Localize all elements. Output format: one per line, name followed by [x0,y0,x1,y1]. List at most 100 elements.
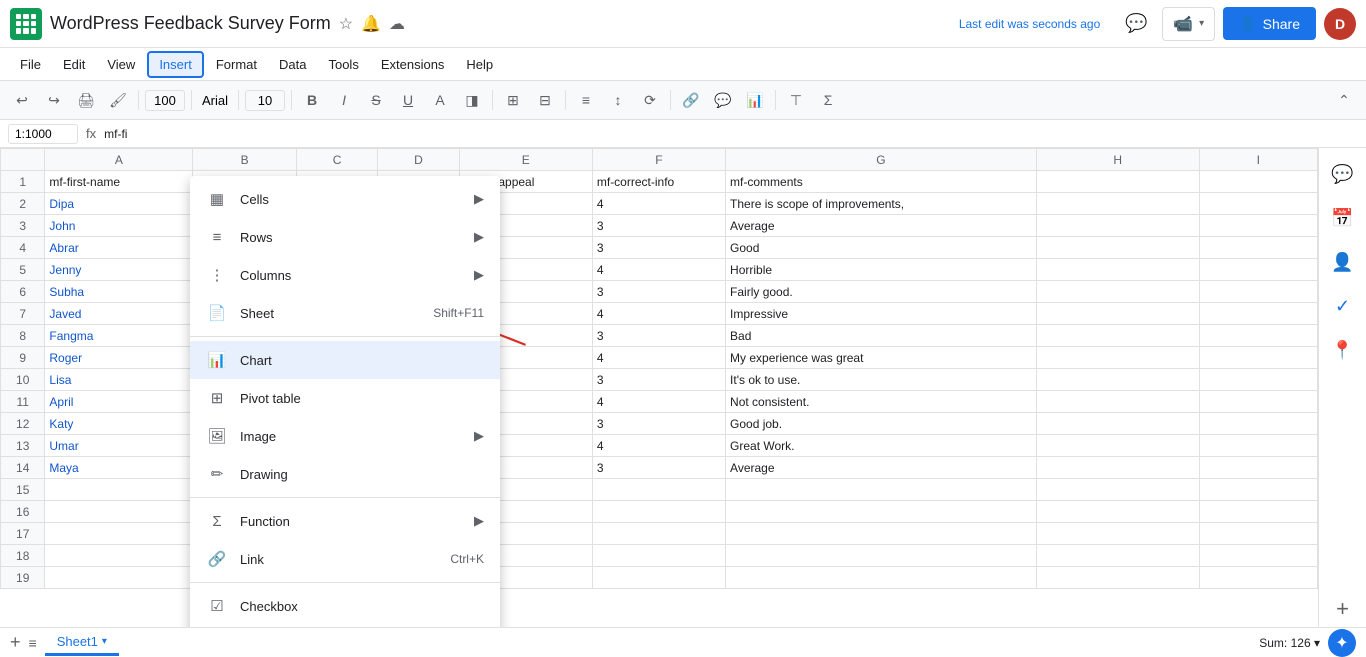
cell-9-7[interactable] [1036,347,1199,369]
text-color-button[interactable]: A [426,86,454,114]
row-header-2[interactable]: 2 [1,193,45,215]
undo-button[interactable]: ↩ [8,86,36,114]
sidebar-contacts-icon[interactable]: 👤 [1325,244,1361,280]
cell-10-6[interactable]: It's ok to use. [726,369,1037,391]
cell-13-0[interactable]: Umar [45,435,193,457]
col-header-h[interactable]: H [1036,149,1199,171]
cell-18-8[interactable] [1199,545,1317,567]
cell-15-8[interactable] [1199,479,1317,501]
filter-button[interactable]: ⊤ [782,86,810,114]
cell-4-6[interactable]: Good [726,237,1037,259]
row-header-14[interactable]: 14 [1,457,45,479]
chart-button[interactable]: 📊 [741,86,769,114]
cell-3-6[interactable]: Average [726,215,1037,237]
cell-8-7[interactable] [1036,325,1199,347]
cell-2-6[interactable]: There is scope of improvements, [726,193,1037,215]
cell-12-8[interactable] [1199,413,1317,435]
add-sheet-button[interactable]: + [10,632,21,653]
cell-6-0[interactable]: Subha [45,281,193,303]
fill-color-button[interactable]: ◨ [458,86,486,114]
cell-15-7[interactable] [1036,479,1199,501]
sidebar-add-icon[interactable]: + [1325,591,1361,627]
row-header-5[interactable]: 5 [1,259,45,281]
row-header-3[interactable]: 3 [1,215,45,237]
menu-item-function[interactable]: ΣFunction▶ [190,502,500,540]
cell-8-5[interactable]: 3 [592,325,725,347]
sidebar-tasks-icon[interactable]: ✓ [1325,288,1361,324]
cell-2-7[interactable] [1036,193,1199,215]
cell-3-7[interactable] [1036,215,1199,237]
cell-1-7[interactable] [1036,171,1199,193]
col-header-e[interactable]: E [459,149,592,171]
menu-item-image[interactable]: 🖼Image▶ [190,417,500,455]
cell-7-6[interactable]: Impressive [726,303,1037,325]
row-header-11[interactable]: 11 [1,391,45,413]
row-header-10[interactable]: 10 [1,369,45,391]
row-header-17[interactable]: 17 [1,523,45,545]
star-icon[interactable]: ☆ [339,14,353,34]
row-header-12[interactable]: 12 [1,413,45,435]
row-header-8[interactable]: 8 [1,325,45,347]
menu-tools[interactable]: Tools [318,53,368,76]
menu-item-drawing[interactable]: ✏Drawing [190,455,500,493]
cell-1-5[interactable]: mf-correct-info [592,171,725,193]
alert-icon[interactable]: 🔔 [361,14,381,34]
col-header-g[interactable]: G [726,149,1037,171]
cell-3-5[interactable]: 3 [592,215,725,237]
col-header-f[interactable]: F [592,149,725,171]
valign-button[interactable]: ↕ [604,86,632,114]
menu-edit[interactable]: Edit [53,53,95,76]
cell-17-7[interactable] [1036,523,1199,545]
menu-format[interactable]: Format [206,53,267,76]
cell-5-7[interactable] [1036,259,1199,281]
row-header-18[interactable]: 18 [1,545,45,567]
col-header-c[interactable]: C [296,149,377,171]
cell-12-7[interactable] [1036,413,1199,435]
col-header-a[interactable]: A [45,149,193,171]
cell-3-0[interactable]: John [45,215,193,237]
rotate-button[interactable]: ⟳ [636,86,664,114]
cell-16-5[interactable] [592,501,725,523]
menu-help[interactable]: Help [456,53,503,76]
cell-17-8[interactable] [1199,523,1317,545]
cell-5-0[interactable]: Jenny [45,259,193,281]
cell-12-5[interactable]: 3 [592,413,725,435]
strikethrough-button[interactable]: S [362,86,390,114]
italic-button[interactable]: I [330,86,358,114]
expand-button[interactable]: ⌃ [1330,86,1358,114]
print-button[interactable]: 🖨 [72,86,100,114]
sidebar-calendar-icon[interactable]: 📅 [1325,200,1361,236]
menu-item-pivot[interactable]: ⊞Pivot table [190,379,500,417]
row-header-9[interactable]: 9 [1,347,45,369]
user-avatar[interactable]: D [1324,8,1356,40]
cell-13-6[interactable]: Great Work. [726,435,1037,457]
cell-19-6[interactable] [726,567,1037,589]
cell-12-6[interactable]: Good job. [726,413,1037,435]
cell-4-8[interactable] [1199,237,1317,259]
menu-file[interactable]: File [10,53,51,76]
borders-button[interactable]: ⊞ [499,86,527,114]
cell-19-5[interactable] [592,567,725,589]
cell-17-5[interactable] [592,523,725,545]
cell-6-7[interactable] [1036,281,1199,303]
cell-13-7[interactable] [1036,435,1199,457]
redo-button[interactable]: ↪ [40,86,68,114]
cell-5-5[interactable]: 4 [592,259,725,281]
cell-15-6[interactable] [726,479,1037,501]
cell-16-0[interactable] [45,501,193,523]
cell-1-6[interactable]: mf-comments [726,171,1037,193]
menu-data[interactable]: Data [269,53,316,76]
row-header-1[interactable]: 1 [1,171,45,193]
cell-17-6[interactable] [726,523,1037,545]
cell-18-7[interactable] [1036,545,1199,567]
cell-5-8[interactable] [1199,259,1317,281]
menu-item-sheet[interactable]: 📄SheetShift+F11 [190,294,500,332]
cell-16-7[interactable] [1036,501,1199,523]
merge-button[interactable]: ⊟ [531,86,559,114]
cell-15-0[interactable] [45,479,193,501]
cell-9-0[interactable]: Roger [45,347,193,369]
cell-14-7[interactable] [1036,457,1199,479]
cell-4-7[interactable] [1036,237,1199,259]
share-button[interactable]: 👤 Share [1223,7,1316,40]
cell-7-8[interactable] [1199,303,1317,325]
